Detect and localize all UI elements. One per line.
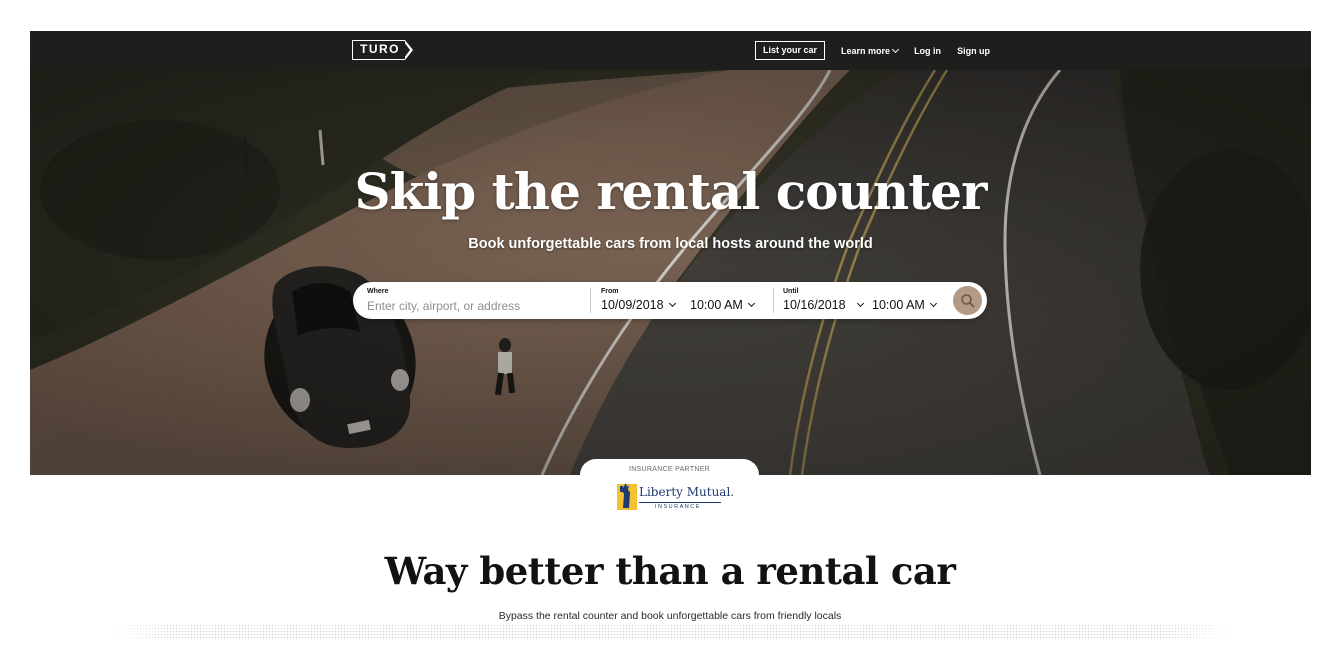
top-nav-bar: TURO List your car Learn more Log in Sig…: [30, 31, 1311, 70]
search-button[interactable]: [953, 286, 982, 315]
log-in-link[interactable]: Log in: [914, 46, 941, 56]
list-your-car-button[interactable]: List your car: [755, 41, 826, 60]
from-date-select[interactable]: 10/09/2018: [601, 298, 676, 312]
logo-text: TURO: [352, 40, 405, 60]
section-subtitle: Bypass the rental counter and book unfor…: [498, 610, 842, 622]
until-time-value: 10:00 AM: [872, 298, 925, 312]
chevron-down-icon: [929, 299, 937, 307]
insurance-partner-tab: INSURANCE PARTNER Liberty Mutual. INSURA…: [580, 459, 759, 515]
partner-name: Liberty Mutual.: [639, 485, 735, 499]
until-time-select[interactable]: 10:00 AM: [872, 298, 937, 312]
chevron-down-icon: [856, 299, 864, 307]
from-time-value: 10:00 AM: [690, 298, 743, 312]
hero-section: Skip the rental counter Book unforgettab…: [30, 70, 1311, 475]
from-time-select[interactable]: 10:00 AM: [690, 298, 755, 312]
search-icon: [960, 293, 975, 308]
chevron-down-icon: [668, 299, 676, 307]
partner-subtitle: INSURANCE: [655, 504, 701, 510]
search-bar: Where From 10/09/2018 10:00 AM Until: [353, 282, 987, 319]
learn-more-label: Learn more: [841, 45, 891, 56]
chevron-down-icon: [747, 299, 755, 307]
logo-arrow-icon: [403, 40, 413, 60]
sign-up-link[interactable]: Sign up: [957, 46, 990, 56]
hero-subtitle: Book unforgettable cars from local hosts…: [468, 236, 873, 252]
from-date-value: 10/09/2018: [601, 298, 664, 312]
divider: [639, 502, 721, 503]
from-field: From 10/09/2018 10:00 AM: [591, 282, 771, 319]
insurance-partner-label: INSURANCE PARTNER: [628, 466, 711, 473]
until-label: Until: [783, 288, 799, 295]
until-date-select[interactable]: 10/16/2018: [783, 298, 864, 312]
hero-title: Skip the rental counter: [354, 162, 988, 221]
page-frame: TURO List your car Learn more Log in Sig…: [30, 31, 1311, 475]
section-title: Way better than a rental car: [384, 549, 956, 593]
until-date-value: 10/16/2018: [783, 298, 846, 312]
turo-logo[interactable]: TURO: [352, 40, 413, 60]
liberty-mutual-logo[interactable]: Liberty Mutual. INSURANCE: [617, 482, 734, 512]
hero-background-image: [30, 70, 1311, 475]
content-fade-band: [112, 624, 1232, 640]
chevron-down-icon: [892, 45, 900, 53]
statue-of-liberty-icon: [617, 483, 637, 510]
where-field[interactable]: Where: [353, 282, 588, 319]
learn-more-menu[interactable]: Learn more: [841, 45, 900, 56]
from-label: From: [601, 288, 619, 295]
until-field: Until 10/16/2018 10:00 AM: [774, 282, 950, 319]
nav-links: List your car Learn more Log in Sign up: [755, 41, 990, 60]
where-input[interactable]: [367, 299, 582, 313]
where-label: Where: [367, 288, 389, 295]
